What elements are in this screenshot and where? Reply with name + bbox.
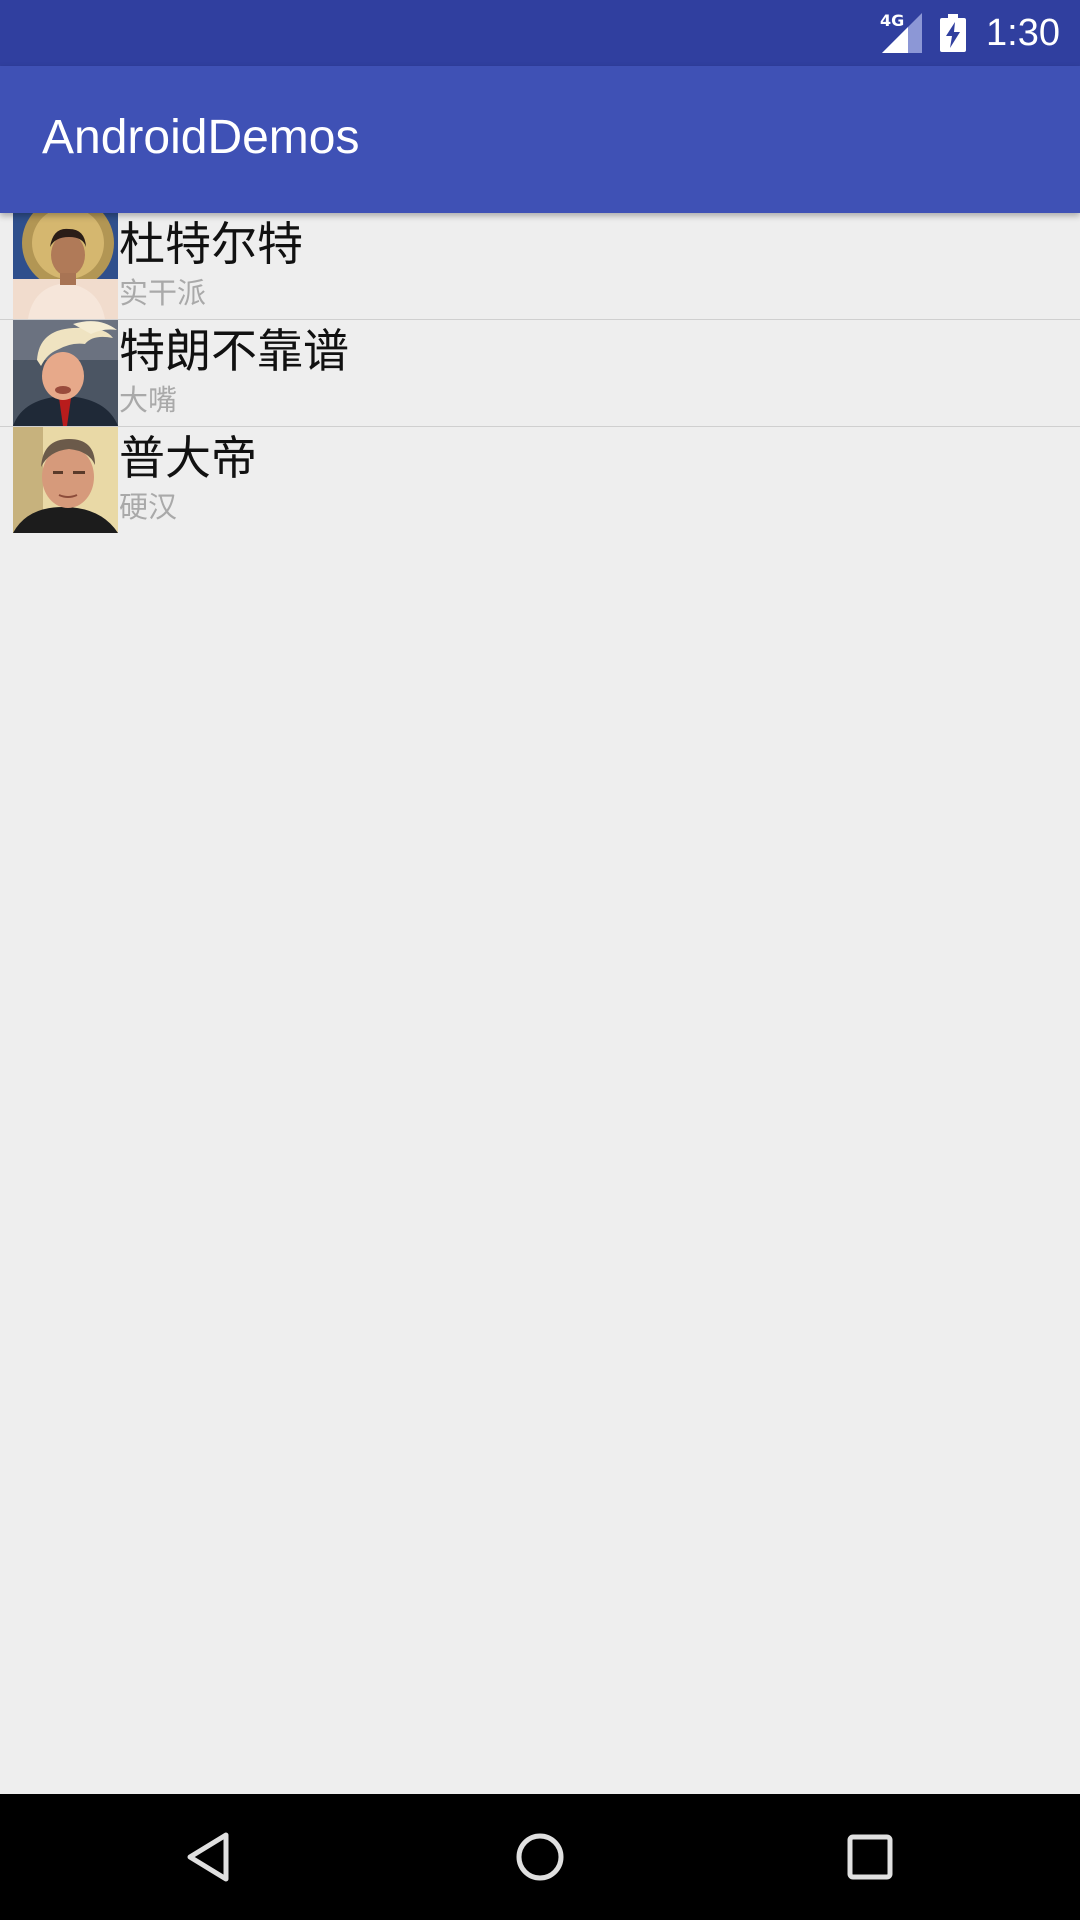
person-name: 普大帝	[119, 431, 257, 485]
status-bar: 4G 1:30	[0, 0, 1080, 66]
person-subtitle: 大嘴	[119, 383, 178, 417]
person-name: 特朗不靠谱	[119, 324, 349, 378]
recents-icon[interactable]	[840, 1827, 900, 1887]
avatar	[13, 320, 118, 426]
home-icon[interactable]	[510, 1827, 570, 1887]
person-name: 杜特尔特	[119, 217, 303, 271]
person-subtitle: 硬汉	[119, 490, 178, 524]
app-bar: AndroidDemos	[0, 66, 1080, 213]
avatar	[13, 427, 118, 533]
status-icons: 4G 1:30	[878, 0, 1060, 66]
navigation-bar	[0, 1794, 1080, 1920]
avatar	[13, 213, 118, 319]
battery-charging-icon	[940, 14, 967, 52]
person-subtitle: 实干派	[119, 276, 207, 310]
list-item[interactable]: 特朗不靠谱 大嘴	[0, 320, 1080, 427]
signal-icon: 4G	[878, 11, 926, 53]
app-title: AndroidDemos	[42, 111, 360, 164]
back-icon[interactable]	[180, 1827, 240, 1887]
list-item[interactable]: 普大帝 硬汉	[0, 427, 1080, 533]
list-item[interactable]: 杜特尔特 实干派	[0, 213, 1080, 320]
person-list: 杜特尔特 实干派 特朗不靠谱 大嘴 普大帝 硬汉	[0, 213, 1080, 533]
clock: 1:30	[986, 11, 1060, 54]
